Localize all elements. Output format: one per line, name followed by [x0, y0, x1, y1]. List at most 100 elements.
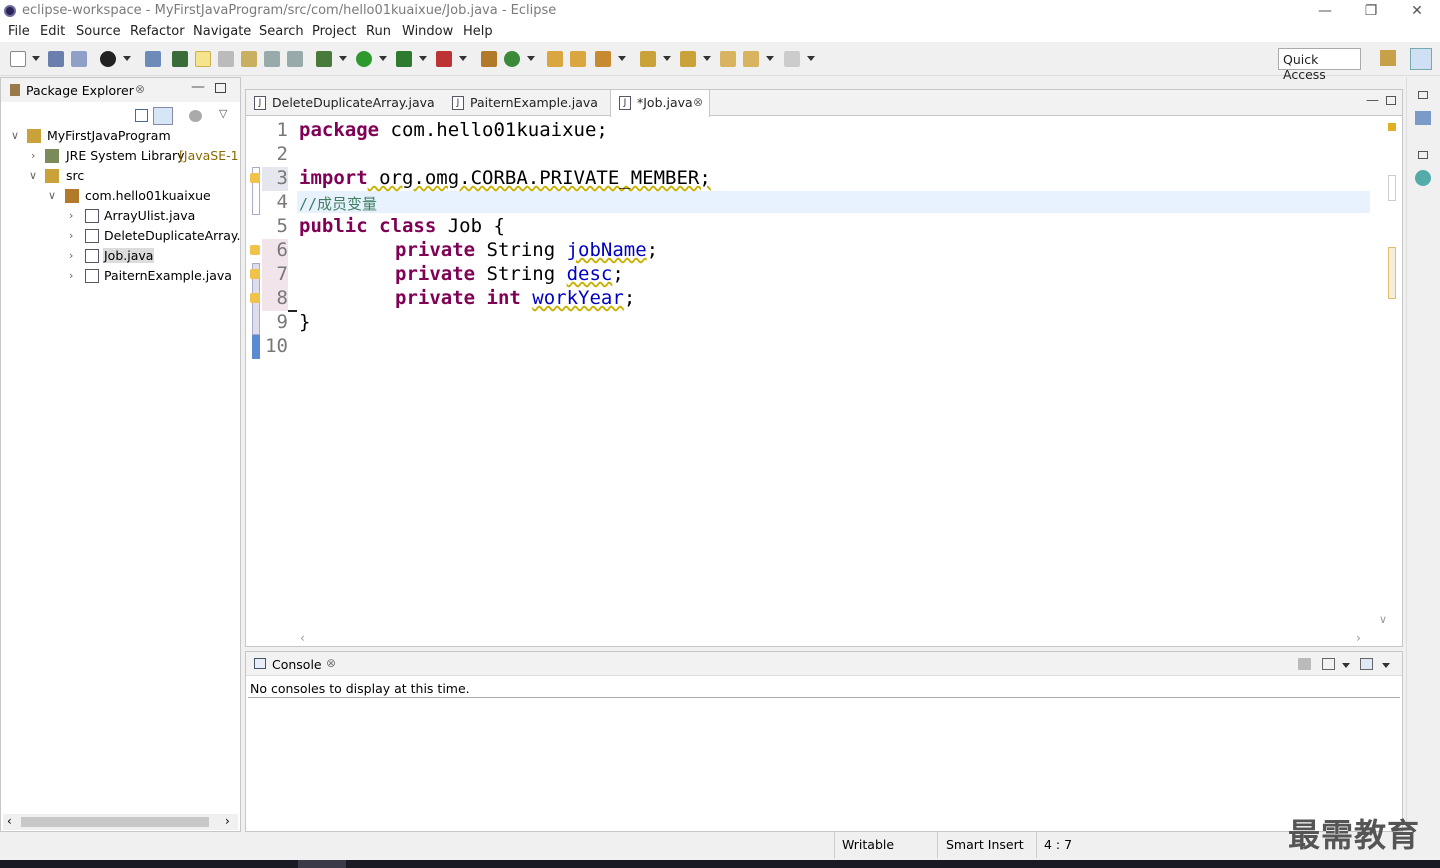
menu-refactor[interactable]: Refactor [130, 24, 185, 39]
tree-item-file-selected[interactable]: › Job.java [1, 246, 240, 266]
tree-item-file[interactable]: › PaiternExample.java [1, 266, 240, 286]
package-explorer-title[interactable]: Package Explorer [26, 83, 134, 98]
coverage-dropdown-icon[interactable] [419, 56, 427, 61]
menu-run[interactable]: Run [366, 24, 391, 39]
word-wrap-icon[interactable] [264, 51, 280, 67]
maximize-editor-icon[interactable] [1386, 96, 1396, 105]
pin-console-icon[interactable] [1298, 658, 1311, 670]
tree-item-file[interactable]: › ArrayUlist.java [1, 206, 240, 226]
highlight-icon[interactable] [195, 51, 211, 67]
minimize-editor-icon[interactable]: — [1366, 93, 1379, 108]
tree-item-project[interactable]: ∨ MyFirstJavaProgram [1, 126, 240, 146]
console-title[interactable]: Console [272, 657, 322, 672]
open-console-icon[interactable] [1360, 658, 1373, 670]
new-class-dropdown-icon[interactable] [527, 56, 535, 61]
debug-icon[interactable] [316, 51, 332, 67]
menu-project[interactable]: Project [312, 24, 356, 39]
next-annotation-dropdown-icon[interactable] [663, 56, 671, 61]
toggle-mark-icon[interactable] [218, 51, 234, 67]
new-java-class-icon[interactable] [504, 51, 520, 67]
back-dropdown-icon[interactable] [766, 56, 774, 61]
tree-item-package[interactable]: ∨ com.hello01kuaixue [1, 186, 240, 206]
open-console-dropdown-icon[interactable] [1382, 663, 1390, 668]
menu-window[interactable]: Window [402, 24, 453, 39]
menu-file[interactable]: File [8, 24, 30, 39]
warning-icon[interactable] [250, 245, 260, 255]
forward-icon[interactable] [784, 51, 800, 67]
run-dropdown-icon[interactable] [379, 56, 387, 61]
scrollbar-thumb[interactable] [21, 817, 209, 827]
warning-icon[interactable] [250, 173, 260, 183]
external-tools-dropdown-icon[interactable] [459, 56, 467, 61]
tab-job-active[interactable]: J *Job.java ⊗ [610, 90, 710, 117]
close-tab-icon[interactable]: ⊗ [693, 95, 703, 109]
new-dropdown-icon[interactable] [32, 56, 40, 61]
profile-icon[interactable] [100, 51, 116, 67]
scroll-down-icon[interactable]: ∨ [1379, 613, 1387, 626]
display-console-dropdown-icon[interactable] [1342, 663, 1350, 668]
save-icon[interactable] [48, 51, 64, 67]
collapse-toggle-icon[interactable]: ∨ [11, 129, 19, 142]
profile-dropdown-icon[interactable] [123, 56, 131, 61]
menu-search[interactable]: Search [259, 24, 304, 39]
scroll-right-icon[interactable]: › [225, 814, 230, 828]
horizontal-scrollbar[interactable]: ‹ › [3, 814, 238, 830]
expand-toggle-icon[interactable]: › [69, 269, 73, 282]
tree-item-jre[interactable]: › JRE System Library [JavaSE-1. [1, 146, 240, 166]
new-icon[interactable] [10, 51, 26, 67]
code-editor[interactable]: 1 2 3 4 5 6 7 8 9 10 package com.hello01… [248, 117, 1400, 629]
scroll-right-icon[interactable]: › [1356, 630, 1361, 645]
close-button[interactable]: ✕ [1394, 0, 1440, 22]
open-task-icon[interactable] [570, 51, 586, 67]
expand-toggle-icon[interactable]: › [69, 209, 73, 222]
forward-dropdown-icon[interactable] [807, 56, 815, 61]
scroll-left-icon[interactable]: ‹ [7, 814, 12, 828]
close-view-icon[interactable]: ⊗ [135, 82, 145, 96]
tab-paitern-example[interactable]: J PaiternExample.java [444, 90, 610, 116]
warning-icon[interactable] [250, 293, 260, 303]
tree-item-src[interactable]: ∨ src [1, 166, 240, 186]
task-list-icon[interactable] [1415, 170, 1431, 186]
quick-access-input[interactable]: Quick Access [1278, 48, 1361, 82]
debug-dropdown-icon[interactable] [339, 56, 347, 61]
open-type-hierarchy-icon[interactable] [547, 51, 563, 67]
collapse-all-icon[interactable] [135, 109, 148, 122]
previous-annotation-icon[interactable] [680, 51, 696, 67]
warning-icon[interactable] [250, 269, 260, 279]
restore-view-icon[interactable] [1418, 151, 1428, 159]
show-whitespace-icon[interactable] [287, 51, 303, 67]
overview-warning-icon[interactable] [1388, 123, 1396, 131]
scroll-left-icon[interactable]: ‹ [300, 630, 305, 645]
taskbar-app[interactable] [298, 860, 346, 868]
display-console-icon[interactable] [1322, 658, 1335, 670]
menu-edit[interactable]: Edit [40, 24, 65, 39]
save-all-icon[interactable] [71, 51, 87, 67]
collapse-toggle-icon[interactable]: ∨ [29, 169, 37, 182]
java-perspective-icon[interactable] [1410, 48, 1432, 70]
skip-breakpoints-icon[interactable] [145, 51, 161, 67]
open-perspective-icon[interactable] [1380, 50, 1396, 66]
editor-horizontal-scrollbar[interactable]: ‹ › [296, 630, 1366, 646]
menu-navigate[interactable]: Navigate [193, 24, 251, 39]
menu-source[interactable]: Source [76, 24, 121, 39]
restore-button[interactable]: ❐ [1348, 0, 1394, 22]
close-view-icon[interactable]: ⊗ [326, 656, 336, 670]
next-annotation-icon[interactable] [640, 51, 656, 67]
restore-view-icon[interactable] [1418, 91, 1428, 99]
outline-icon[interactable] [1415, 111, 1431, 125]
collapse-toggle-icon[interactable]: ∨ [48, 189, 56, 202]
search-dropdown-icon[interactable] [618, 56, 626, 61]
tab-delete-duplicate-array[interactable]: J DeleteDuplicateArray.java [246, 90, 444, 116]
previous-annotation-dropdown-icon[interactable] [703, 56, 711, 61]
block-selection-icon[interactable] [241, 51, 257, 67]
external-tools-icon[interactable] [436, 51, 452, 67]
minimize-view-icon[interactable]: — [191, 79, 205, 95]
new-java-package-icon[interactable] [481, 51, 497, 67]
back-icon[interactable] [743, 51, 759, 67]
coverage-icon[interactable] [396, 51, 412, 67]
expand-toggle-icon[interactable]: › [69, 229, 73, 242]
last-edit-location-icon[interactable] [720, 51, 736, 67]
maximize-view-icon[interactable] [215, 83, 226, 93]
tree-item-file[interactable]: › DeleteDuplicateArray.ja [1, 226, 240, 246]
search-tools-icon[interactable] [595, 51, 611, 67]
